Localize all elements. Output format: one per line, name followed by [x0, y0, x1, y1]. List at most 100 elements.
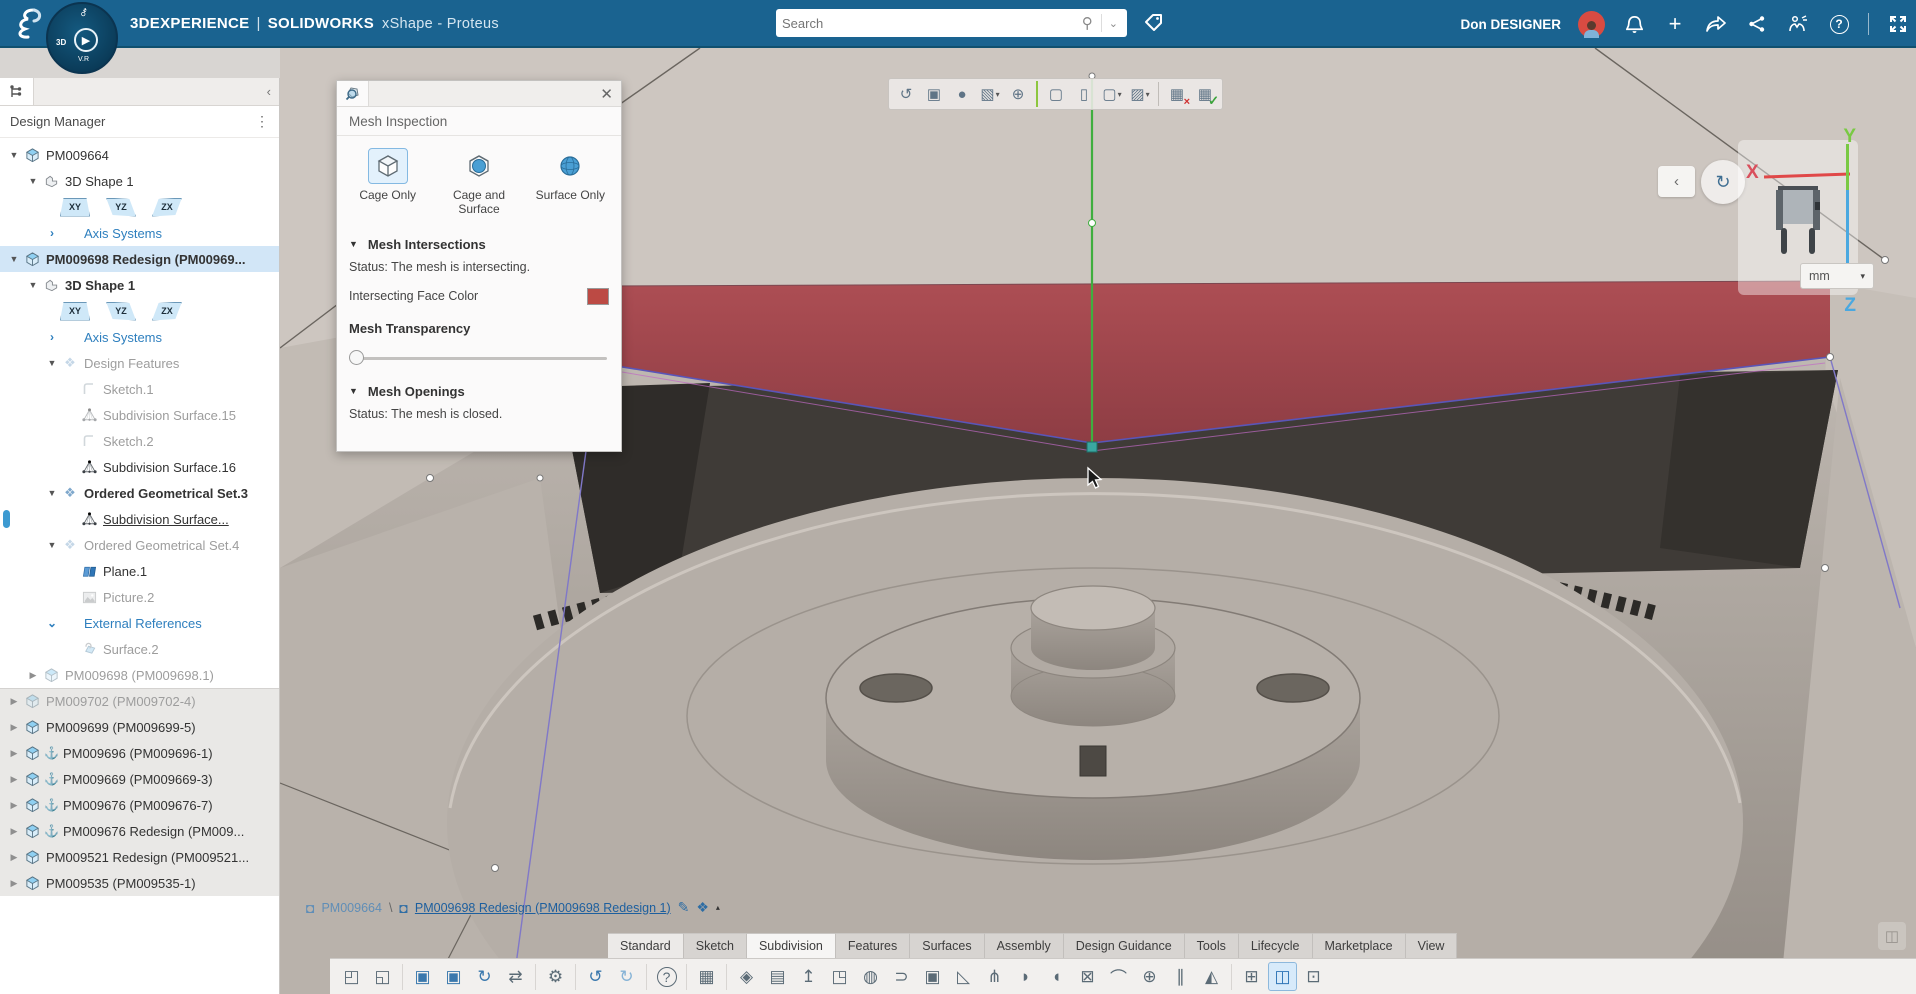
- tree-item-subdivision-surface-16[interactable]: Subdivision Surface.16: [0, 454, 279, 480]
- transfer-button[interactable]: ⇄: [501, 962, 530, 991]
- search-input[interactable]: [782, 16, 1078, 31]
- units-dropdown[interactable]: mm ▾: [1800, 263, 1874, 289]
- tree-planes-row-2[interactable]: XYYZZX: [0, 298, 279, 324]
- tree-item-sketch1[interactable]: Sketch.1: [0, 376, 279, 402]
- edit-icon[interactable]: ✎: [678, 899, 690, 916]
- tab-sketch[interactable]: Sketch: [684, 933, 747, 958]
- tree-expand-arrow-icon[interactable]: ›: [44, 330, 60, 344]
- collapse-arrow-icon[interactable]: ▼: [349, 239, 358, 249]
- notifications-icon[interactable]: [1622, 12, 1646, 36]
- grid-box-button[interactable]: ▤: [763, 962, 792, 991]
- tree-expand-arrow-icon[interactable]: ▶: [6, 800, 22, 811]
- bend-button[interactable]: ⌒: [1104, 962, 1133, 991]
- tree-item-pm009676[interactable]: ▶⚓PM009676 (PM009676-7): [0, 792, 279, 818]
- selection-filter-button[interactable]: ▢▾: [1099, 81, 1125, 107]
- reject-mesh-button[interactable]: ▦×: [1164, 81, 1190, 107]
- open-part-button[interactable]: ◱: [368, 962, 397, 991]
- tree-expand-arrow-icon[interactable]: ▶: [6, 774, 22, 785]
- tree-expand-arrow-icon[interactable]: ▶: [6, 696, 22, 707]
- caret-up-icon[interactable]: ▴: [716, 903, 720, 912]
- intersecting-face-swatch[interactable]: [587, 288, 609, 305]
- breadcrumb-root-link[interactable]: PM009664: [321, 901, 381, 915]
- 3dexperience-compass-badge[interactable]: ⚦ 3D ▶ V.R: [46, 2, 118, 74]
- tree-item-axis-systems-2[interactable]: ›Axis Systems: [0, 324, 279, 350]
- tree-item-3dshape1-2[interactable]: ▼3D Shape 1: [0, 272, 279, 298]
- plane-icon-xy[interactable]: XY: [60, 302, 90, 321]
- panel-menu-icon[interactable]: ⋮: [255, 113, 269, 130]
- twist-button[interactable]: ∥: [1166, 962, 1195, 991]
- tab-tools[interactable]: Tools: [1185, 933, 1239, 958]
- tree-expand-arrow-icon[interactable]: ▼: [25, 280, 41, 290]
- tree-expand-arrow-icon[interactable]: ⌄: [44, 616, 60, 630]
- previous-view-button[interactable]: ‹: [1658, 166, 1695, 197]
- tab-design-guidance[interactable]: Design Guidance: [1064, 933, 1185, 958]
- save-button[interactable]: ▣: [408, 962, 437, 991]
- tree-item-pm009664[interactable]: ▼PM009664: [0, 142, 279, 168]
- tree-item-pm009669[interactable]: ▶⚓PM009669 (PM009669-3): [0, 766, 279, 792]
- fold-face-button[interactable]: ◺: [949, 962, 978, 991]
- shaded-view-button[interactable]: ●: [949, 81, 975, 107]
- view-orientation-button[interactable]: ▧▾: [977, 81, 1003, 107]
- loft-surface-button[interactable]: ⊃: [887, 962, 916, 991]
- display-style-button[interactable]: ▨▾: [1127, 81, 1153, 107]
- save-as-button[interactable]: ▣: [439, 962, 468, 991]
- mesh-intersections-section[interactable]: ▼ Mesh Intersections: [337, 225, 621, 256]
- tree-item-pm009699[interactable]: ▶PM009699 (PM009699-5): [0, 714, 279, 740]
- tab-subdivision[interactable]: Subdivision: [747, 933, 836, 958]
- plane-icon-zx[interactable]: ZX: [152, 198, 182, 217]
- cage-surface-mode-button[interactable]: Cage and Surface: [438, 148, 519, 217]
- tree-item-sketch2[interactable]: Sketch.2: [0, 428, 279, 454]
- redo-button[interactable]: ↻: [612, 962, 641, 991]
- inset-frame-button[interactable]: ▣: [918, 962, 947, 991]
- tree-item-axis-systems[interactable]: ›Axis Systems: [0, 220, 279, 246]
- curved-patch-button[interactable]: ◗: [1011, 962, 1040, 991]
- tree-item-pm009535[interactable]: ▶PM009535 (PM009535-1): [0, 870, 279, 896]
- help-icon[interactable]: ?: [1827, 12, 1851, 36]
- split-solid-button[interactable]: ◖: [1042, 962, 1071, 991]
- tab-features[interactable]: Features: [836, 933, 910, 958]
- select-tool-button[interactable]: ▢: [1043, 81, 1069, 107]
- forward-icon[interactable]: [1704, 12, 1728, 36]
- extrude-face-button[interactable]: ↥: [794, 962, 823, 991]
- flip-surface-button[interactable]: ◭: [1197, 962, 1226, 991]
- tree-item-subdivision-surface-15[interactable]: Subdivision Surface.15: [0, 402, 279, 428]
- tree-expand-arrow-icon[interactable]: ▶: [6, 878, 22, 889]
- tree-item-pm009676-redesign[interactable]: ▶⚓PM009676 Redesign (PM009...: [0, 818, 279, 844]
- search-icon[interactable]: ⚲: [1082, 14, 1093, 32]
- tree-item-plane1[interactable]: Plane.1: [0, 558, 279, 584]
- transparency-slider[interactable]: [351, 350, 607, 366]
- help-button[interactable]: ?: [652, 962, 681, 991]
- settings-button[interactable]: ⚙: [541, 962, 570, 991]
- tree-expand-arrow-icon[interactable]: ▼: [44, 488, 60, 498]
- tab-lifecycle[interactable]: Lifecycle: [1239, 933, 1313, 958]
- tree-item-surface2[interactable]: Surface.2: [0, 636, 279, 662]
- tree-expand-arrow-icon[interactable]: ▶: [6, 748, 22, 759]
- tree-item-ordered-geometrical-set3[interactable]: ▼❖Ordered Geometrical Set.3: [0, 480, 279, 506]
- tree-expand-arrow-icon[interactable]: ▼: [44, 358, 60, 368]
- tree-item-3dshape1[interactable]: ▼3D Shape 1: [0, 168, 279, 194]
- cage-only-mode-button[interactable]: Cage Only: [347, 148, 428, 217]
- tree-expand-arrow-icon[interactable]: ▶: [6, 852, 22, 863]
- round-primitive-button[interactable]: ◍: [856, 962, 885, 991]
- fullscreen-icon[interactable]: [1886, 12, 1910, 36]
- mesh-openings-section[interactable]: ▼ Mesh Openings: [337, 372, 621, 403]
- sphere-transform-button[interactable]: ⊕: [1135, 962, 1164, 991]
- tree-expand-arrow-icon[interactable]: ▼: [25, 176, 41, 186]
- breadcrumb-current-link[interactable]: PM009698 Redesign (PM009698 Redesign 1): [415, 901, 671, 915]
- tree-expand-arrow-icon[interactable]: ▶: [25, 670, 41, 681]
- tree-expand-arrow-icon[interactable]: ▶: [6, 722, 22, 733]
- plane-icon-zx[interactable]: ZX: [152, 302, 182, 321]
- tree-expand-arrow-icon[interactable]: ▼: [6, 254, 22, 264]
- tab-view[interactable]: View: [1406, 933, 1458, 958]
- tree-expand-arrow-icon[interactable]: ▼: [44, 540, 60, 550]
- undo-button[interactable]: ↺: [581, 962, 610, 991]
- tree-item-pm009521-redesign[interactable]: ▶PM009521 Redesign (PM009521...: [0, 844, 279, 870]
- tree-item-ordered-geometrical-set4[interactable]: ▼❖Ordered Geometrical Set.4: [0, 532, 279, 558]
- plane-icon-xy[interactable]: XY: [60, 198, 90, 217]
- tab-assembly[interactable]: Assembly: [985, 933, 1064, 958]
- share-icon[interactable]: [1745, 12, 1769, 36]
- tab-standard[interactable]: Standard: [608, 933, 684, 958]
- multi-section-button[interactable]: ⋔: [980, 962, 1009, 991]
- tree-item-pm009702[interactable]: ▶PM009702 (PM009702-4): [0, 688, 279, 714]
- new-part-button[interactable]: ◰: [337, 962, 366, 991]
